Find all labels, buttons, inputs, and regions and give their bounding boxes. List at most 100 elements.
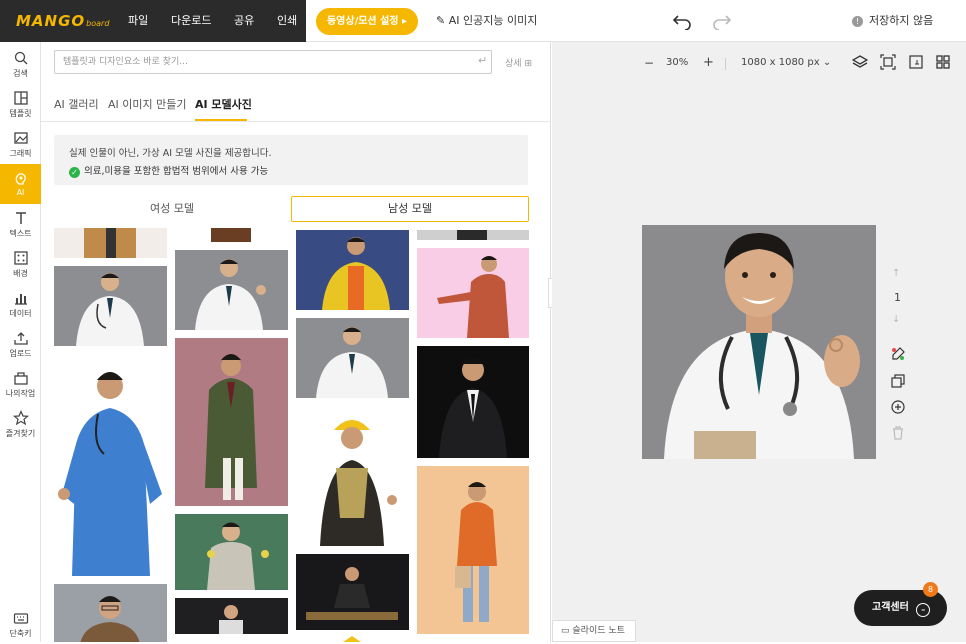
zoom-in-button[interactable]: + [703,55,714,70]
sidebar-item-ai[interactable]: AI [0,164,41,204]
model-photo[interactable] [417,230,529,240]
keyboard-icon [13,613,28,624]
model-photo[interactable] [296,636,409,642]
info-icon: ! [852,16,863,27]
sidebar-item-text[interactable]: 텍스트 [0,204,41,244]
support-badge: 8 [923,582,938,597]
sidebar-item-upload[interactable]: 업로드 [0,324,41,364]
logo-text: MANGO [16,12,86,30]
female-model-tab[interactable]: 여성 모델 [54,196,290,222]
model-photo[interactable] [175,338,288,506]
model-photo[interactable] [54,266,167,346]
model-photo[interactable] [175,228,288,242]
color-picker-icon[interactable] [890,346,906,362]
grid-view-icon[interactable] [935,54,951,70]
tab-ai-image-create[interactable]: AI 이미지 만들기 [108,96,186,112]
duplicate-icon[interactable] [890,373,906,389]
redo-icon[interactable] [712,12,732,30]
trash-icon[interactable] [890,425,906,441]
model-photo[interactable] [417,248,529,338]
sidebar-item-shortcut[interactable]: 단축키 [0,604,41,644]
data-icon [14,294,27,305]
my-work-icon [13,372,28,385]
sidebar-item-background[interactable]: 배경 [0,244,41,284]
sidebar-item-favorites[interactable]: 즐겨찾기 [0,404,41,444]
fit-frame-icon[interactable] [880,54,896,70]
model-photo[interactable] [175,514,288,590]
model-photo[interactable] [54,354,167,576]
detail-icon: ⊞ [524,59,532,69]
page-up-icon[interactable]: ↑ [892,268,900,279]
motion-settings-button[interactable]: 동영상/모션 설정 ▸ [316,8,418,35]
model-photo[interactable] [417,466,529,634]
model-photo[interactable] [296,230,409,310]
sidebar-item-label: 단축키 [9,629,32,638]
logo[interactable]: MANGO board [16,12,109,32]
top-menu-area: MANGO board 파일 다운로드 공유 인쇄 [0,0,306,42]
model-photo[interactable] [54,584,167,642]
sidebar-item-search[interactable]: 검색 [0,44,41,84]
model-photo[interactable] [296,406,409,546]
sidebar-item-graphic[interactable]: 그래픽 [0,124,41,164]
sidebar-item-my-work[interactable]: 나의작업 [0,364,41,404]
model-photo[interactable] [54,228,167,258]
notice-box: 실제 인물이 아닌, 가상 AI 모델 사진을 제공합니다. ✓ 의료,미용을 포… [54,135,528,185]
model-photo[interactable] [296,318,409,398]
chevron-down-icon: ⌄ [822,57,832,68]
pencil-icon: ✎ [436,14,446,27]
zoom-out-button[interactable]: − [644,56,654,70]
add-page-icon[interactable] [890,399,906,415]
sidebar-item-data[interactable]: 데이터 [0,284,41,324]
menu-file[interactable]: 파일 [128,0,148,42]
panel-tabs: AI 갤러리 AI 이미지 만들기 AI 모델사진 [41,86,551,122]
menu-share[interactable]: 공유 [234,0,254,42]
tab-ai-model-photo[interactable]: AI 모델사진 [195,96,252,112]
sidebar: 검색 템플릿 그래픽 AI 텍스트 배경 데이터 업로드 나의작업 즐겨찾기 단… [0,42,41,642]
undo-icon[interactable] [672,12,692,30]
enter-icon[interactable]: ↵ [478,54,487,67]
toolbar-divider [725,58,726,70]
notice-legal: ✓ 의료,미용을 포함한 합법적 범위에서 사용 가능 [69,163,268,178]
zoom-level[interactable]: 30% [666,57,688,68]
ai-image-button[interactable]: ✎ AI 인공지능 이미지 [436,0,537,42]
tab-underline [195,119,247,121]
detail-button[interactable]: 상세 ⊞ [505,56,532,69]
slide-note-button[interactable]: ▭ 슬라이드 노트 [552,620,636,642]
menu-print[interactable]: 인쇄 [277,0,297,42]
sidebar-item-template[interactable]: 템플릿 [0,84,41,124]
page-number: 1 [894,291,901,304]
sidebar-item-label: 업로드 [9,349,32,358]
layers-icon[interactable] [852,54,868,70]
model-photo[interactable] [296,554,409,630]
sidebar-item-label: 데이터 [9,309,32,318]
sidebar-item-label: 검색 [13,69,28,78]
canvas-slide[interactable] [642,225,876,459]
search-input[interactable]: 템플릿과 디자인요소 바로 찾기... [54,50,492,74]
chat-bubble-icon: – [916,603,931,617]
male-model-tab[interactable]: 남성 모델 [291,196,529,222]
slide-note-label: 슬라이드 노트 [572,626,625,636]
model-photo[interactable] [175,598,288,634]
menu-download[interactable]: 다운로드 [171,0,211,42]
text-icon [15,212,26,224]
model-photo-grid [41,228,551,642]
upload-icon [13,332,28,345]
canvas-size-label: 1080 x 1080 px [741,57,820,68]
ai-icon [15,173,26,185]
aspect-ratio-icon[interactable] [908,54,924,70]
logo-subtext: board [86,19,110,28]
tab-ai-gallery[interactable]: AI 갤러리 [54,96,99,112]
notice-legal-text: 의료,미용을 포함한 합법적 범위에서 사용 가능 [84,166,269,177]
page-down-icon[interactable]: ↓ [892,314,900,325]
model-photo[interactable] [175,250,288,330]
background-icon [13,251,28,265]
sidebar-item-label: AI [16,188,25,197]
model-photo[interactable] [417,346,529,458]
canvas-size-dropdown[interactable]: 1080 x 1080 px ⌄ [741,57,831,68]
detail-label: 상세 [505,59,522,69]
top-bar: MANGO board 파일 다운로드 공유 인쇄 동영상/모션 설정 ▸ ✎ … [0,0,966,42]
sidebar-item-label: 그래픽 [9,149,32,158]
ai-image-label: AI 인공지능 이미지 [448,14,538,27]
sidebar-item-label: 나의작업 [5,389,36,398]
sidebar-item-label: 템플릿 [9,109,32,118]
